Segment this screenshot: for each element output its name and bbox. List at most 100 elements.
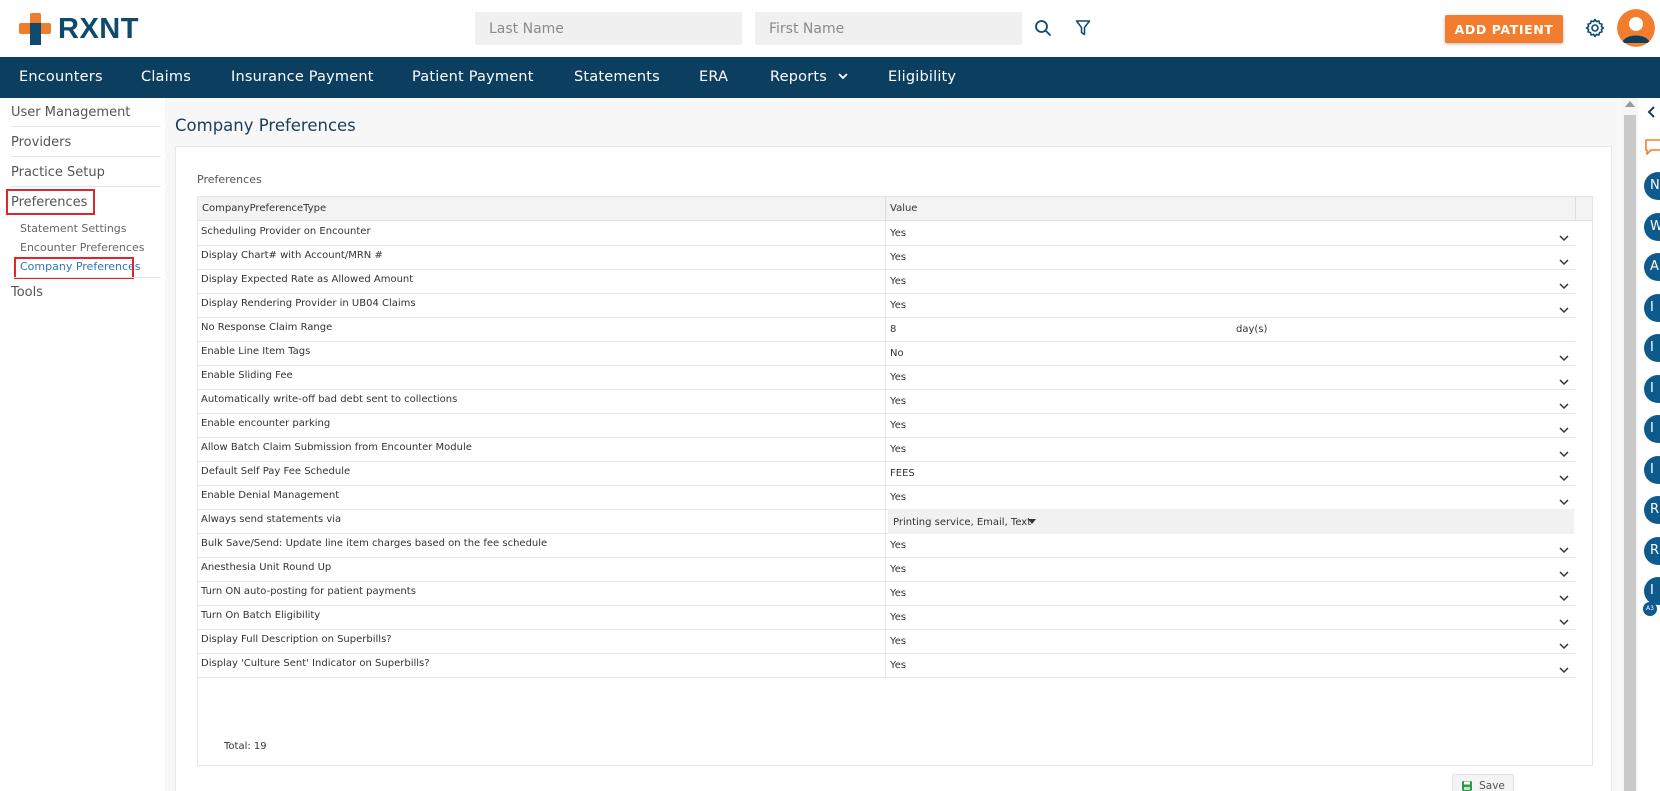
logo-text: RXNT — [58, 12, 139, 45]
preferences-card: Preferences CompanyPreferenceType Value … — [175, 146, 1612, 791]
preference-value-text: Yes — [890, 252, 907, 263]
chat-icon[interactable] — [1644, 138, 1660, 156]
search-icon[interactable] — [1031, 16, 1055, 40]
preference-type-cell: Display Expected Rate as Allowed Amount — [201, 274, 414, 285]
main-nav: Encounters Claims Insurance Payment Pati… — [0, 57, 1660, 98]
rxnt-logo[interactable]: RXNT — [19, 13, 139, 45]
nav-insurance-payment[interactable]: Insurance Payment — [231, 57, 374, 98]
highlight-box — [14, 257, 134, 279]
app-window: RXNT ADD PATIENT — [0, 0, 1660, 791]
logo-cross-icon — [19, 13, 51, 45]
preference-value-select[interactable]: Yes — [888, 269, 1574, 294]
cell-divider — [885, 605, 886, 630]
sidebar-item-tools[interactable]: Tools — [11, 285, 43, 300]
preference-value-select[interactable]: Yes — [888, 365, 1574, 390]
preference-value-text: Yes — [890, 396, 907, 407]
rail-user-avatar[interactable]: R — [1644, 536, 1660, 565]
add-patient-button[interactable]: ADD PATIENT — [1445, 15, 1563, 43]
main-content: Company Preferences Preferences CompanyP… — [165, 98, 1622, 791]
scrollbar-thumb[interactable] — [1624, 115, 1636, 791]
first-name-input[interactable] — [755, 12, 1022, 45]
user-avatar[interactable] — [1617, 9, 1655, 47]
nav-era[interactable]: ERA — [699, 57, 728, 98]
sidebar-subitem-statement-settings[interactable]: Statement Settings — [20, 222, 127, 235]
nav-statements[interactable]: Statements — [574, 57, 660, 98]
nav-claims[interactable]: Claims — [141, 57, 191, 98]
preference-value-select[interactable]: Yes — [888, 629, 1574, 654]
chevron-down-icon — [1558, 300, 1570, 314]
nav-eligibility[interactable]: Eligibility — [888, 57, 956, 98]
preference-value-select[interactable]: Yes — [888, 485, 1574, 510]
nav-reports[interactable]: Reports — [770, 57, 849, 98]
chevron-down-icon — [1558, 636, 1570, 650]
rail-user-avatar[interactable]: W — [1644, 212, 1660, 241]
preference-multiselect[interactable]: Printing service, Email, Text — [888, 509, 1574, 534]
preference-value-select[interactable]: Yes — [888, 413, 1574, 438]
sidebar-item-providers[interactable]: Providers — [11, 135, 71, 150]
last-name-input[interactable] — [475, 12, 742, 45]
cell-divider — [885, 245, 886, 270]
preference-value-select[interactable]: Yes — [888, 557, 1574, 582]
rail-user-avatar[interactable]: R — [1644, 496, 1660, 524]
rail-user-avatar[interactable]: I — [1644, 374, 1660, 403]
sidebar-subitem-encounter-preferences[interactable]: Encounter Preferences — [20, 241, 144, 254]
grid-header: CompanyPreferenceType Value — [198, 197, 1592, 221]
chevron-down-icon — [1558, 612, 1570, 626]
rail-user-avatar[interactable]: N — [1644, 172, 1660, 200]
chevron-down-icon — [1558, 588, 1570, 602]
table-row: Display Full Description on Superbills? Y… — [198, 629, 1575, 654]
preference-type-cell: Anesthesia Unit Round Up — [201, 562, 332, 573]
preference-value-select[interactable]: Yes — [888, 605, 1574, 630]
preference-value-select[interactable]: Yes — [888, 221, 1574, 246]
preference-value-select[interactable]: Yes — [888, 389, 1574, 414]
preference-value-select[interactable]: Yes — [888, 653, 1574, 678]
rail-user-avatar[interactable]: I — [1644, 293, 1660, 322]
preference-value-text: Yes — [890, 540, 907, 551]
right-rail: NWAIIIIIRRI A3 — [1638, 98, 1660, 791]
table-row: Enable Sliding Fee Yes — [198, 365, 1575, 390]
preference-type-cell: Scheduling Provider on Encounter — [201, 226, 371, 237]
table-row: Automatically write-off bad debt sent to… — [198, 389, 1575, 414]
preference-value-select[interactable]: Yes — [888, 533, 1574, 558]
cell-divider — [885, 485, 886, 510]
nav-encounters[interactable]: Encounters — [19, 57, 103, 98]
preference-value-select[interactable]: Yes — [888, 293, 1574, 318]
cell-divider — [885, 461, 886, 486]
chevron-down-icon — [1558, 564, 1570, 578]
filter-icon[interactable] — [1071, 16, 1095, 40]
rail-user-avatar[interactable]: I — [1644, 334, 1660, 362]
table-row: Allow Batch Claim Submission from Encoun… — [198, 437, 1575, 462]
preference-value-text: No — [890, 348, 904, 359]
preference-value-select[interactable]: Yes — [888, 245, 1574, 270]
main-scrollbar[interactable] — [1622, 98, 1638, 791]
sidebar-item-practice-setup[interactable]: Practice Setup — [11, 165, 105, 180]
gear-icon[interactable] — [1583, 16, 1607, 40]
preference-type-cell: Always send statements via — [201, 514, 342, 525]
save-button[interactable]: Save — [1452, 774, 1514, 791]
preference-value-input[interactable]: 8 — [888, 317, 1574, 342]
cell-divider — [885, 365, 886, 390]
rail-user-avatar[interactable]: I — [1644, 415, 1660, 443]
preference-value-text: Yes — [890, 300, 907, 311]
column-header-value[interactable]: Value — [890, 197, 917, 221]
column-header-type[interactable]: CompanyPreferenceType — [202, 197, 326, 221]
preference-value-select[interactable]: FEES — [888, 461, 1574, 486]
preference-value-text: FEES — [890, 468, 915, 479]
rail-user-avatar[interactable]: A — [1644, 253, 1660, 281]
collapse-arrow-icon[interactable] — [1646, 106, 1656, 118]
rail-user-avatar[interactable]: I — [1644, 577, 1660, 605]
rail-small-badge[interactable]: A3 — [1643, 602, 1657, 616]
sidebar-item-user-management[interactable]: User Management — [11, 105, 130, 120]
scroll-up-arrow-icon[interactable] — [1625, 101, 1635, 107]
preference-value-select[interactable]: Yes — [888, 437, 1574, 462]
preference-type-cell: Display Full Description on Superbills? — [201, 634, 392, 645]
preference-value-select[interactable]: Yes — [888, 581, 1574, 606]
cell-divider — [885, 437, 886, 462]
chevron-down-icon — [1558, 492, 1570, 506]
rail-user-avatar[interactable]: I — [1644, 455, 1660, 484]
preference-value-text: Yes — [890, 276, 907, 287]
preference-value-select[interactable]: No — [888, 341, 1574, 366]
preference-value-text: Yes — [890, 492, 907, 503]
nav-patient-payment[interactable]: Patient Payment — [412, 57, 534, 98]
cell-divider — [885, 317, 886, 342]
